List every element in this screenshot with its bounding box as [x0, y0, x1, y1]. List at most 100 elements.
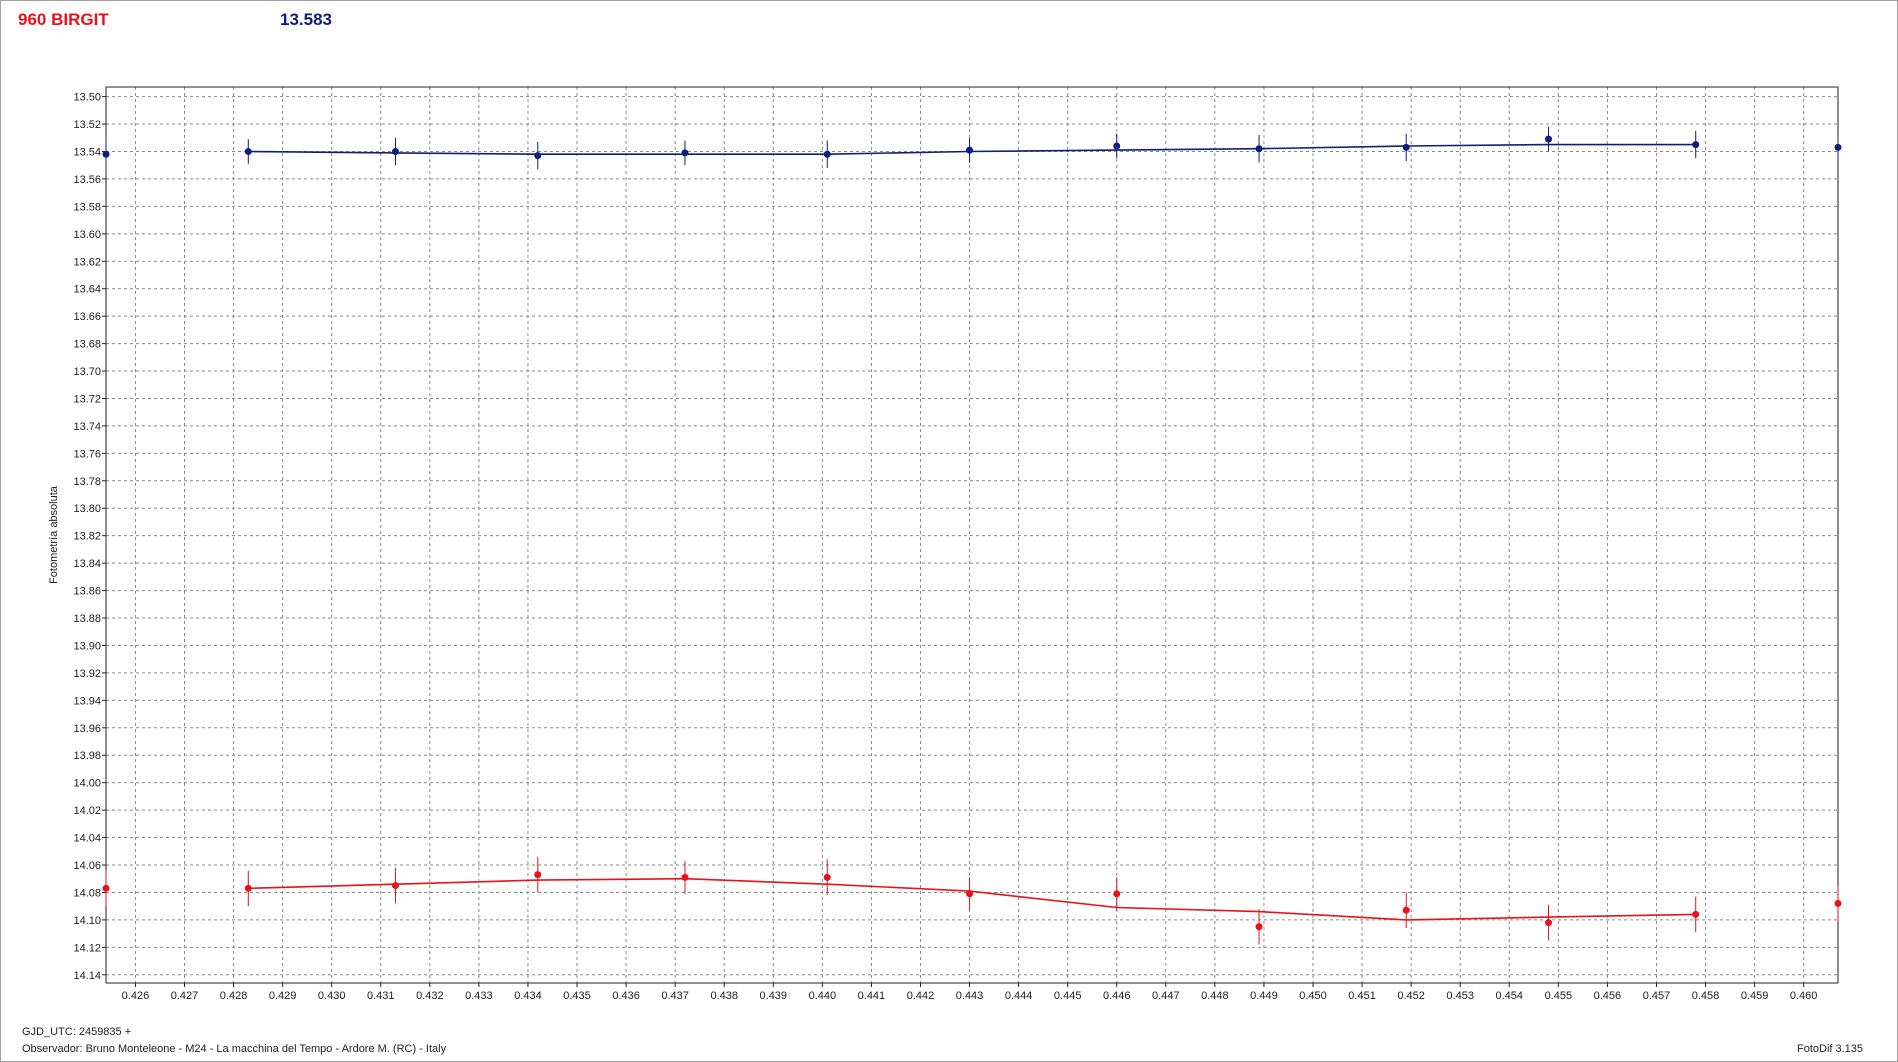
y-axis-label: Fotometría absoluta [48, 485, 60, 584]
x-tick-label: 0.431 [367, 990, 395, 1002]
plot-area [106, 87, 1838, 983]
y-tick-label: 13.92 [73, 668, 101, 680]
series-2-point [244, 884, 252, 892]
series-1-point [244, 147, 252, 155]
x-tick-label: 0.449 [1250, 990, 1278, 1002]
series-1-point [681, 149, 689, 157]
gjd-label: GJD_UTC: 2459835 + [22, 1026, 132, 1038]
x-tick-label: 0.443 [956, 990, 984, 1002]
y-tick-label: 13.90 [73, 640, 101, 652]
series-1-point [1692, 141, 1700, 149]
x-tick-label: 0.439 [760, 990, 788, 1002]
series-1-point [1834, 143, 1842, 151]
x-tick-label: 0.450 [1299, 990, 1327, 1002]
series-1-point [823, 150, 831, 158]
series-2-point [391, 882, 399, 890]
series-2-point [823, 873, 831, 881]
software-label: FotoDif 3.135 [1797, 1043, 1864, 1055]
y-tick-label: 13.70 [73, 366, 101, 378]
x-tick-label: 0.433 [465, 990, 493, 1002]
y-tick-label: 13.72 [73, 393, 101, 405]
y-tick-label: 14.10 [73, 915, 101, 927]
x-tick-label: 0.438 [710, 990, 738, 1002]
y-tick-label: 14.14 [73, 970, 101, 982]
x-tick-label: 0.429 [269, 990, 297, 1002]
series-2-point [1545, 919, 1553, 927]
series-1-point [1113, 142, 1121, 150]
x-tick-label: 0.445 [1054, 990, 1082, 1002]
y-tick-label: 13.94 [73, 695, 101, 707]
x-tick-label: 0.454 [1495, 990, 1523, 1002]
observer-label: Observador: Bruno Monteleone - M24 - La … [22, 1043, 447, 1055]
series-1-point [1255, 145, 1263, 153]
series-2-point [1255, 923, 1263, 931]
y-tick-label: 13.62 [73, 256, 101, 268]
y-tick-label: 13.68 [73, 339, 101, 351]
x-tick-label: 0.455 [1545, 990, 1573, 1002]
y-tick-label: 13.58 [73, 201, 101, 213]
x-tick-label: 0.432 [416, 990, 444, 1002]
y-tick-label: 14.04 [73, 833, 101, 845]
x-tick-label: 0.441 [858, 990, 886, 1002]
y-tick-label: 14.00 [73, 778, 101, 790]
series-2-point [1402, 906, 1410, 914]
y-tick-label: 13.52 [73, 119, 101, 131]
y-tick-label: 13.74 [73, 421, 101, 433]
x-tick-label: 0.453 [1446, 990, 1474, 1002]
series-2-point [966, 890, 974, 898]
x-tick-label: 0.430 [318, 990, 346, 1002]
x-tick-label: 0.446 [1103, 990, 1131, 1002]
x-tick-label: 0.459 [1741, 990, 1769, 1002]
y-tick-label: 13.78 [73, 476, 101, 488]
y-tick-label: 13.98 [73, 750, 101, 762]
y-tick-label: 13.84 [73, 558, 101, 570]
x-tick-label: 0.447 [1152, 990, 1180, 1002]
y-tick-label: 13.96 [73, 723, 101, 735]
x-tick-label: 0.444 [1005, 990, 1033, 1002]
x-tick-label: 0.452 [1397, 990, 1425, 1002]
x-tick-label: 0.427 [171, 990, 199, 1002]
y-tick-label: 13.86 [73, 586, 101, 598]
series-1-point [534, 152, 542, 160]
y-tick-label: 13.54 [73, 146, 101, 158]
y-tick-label: 14.02 [73, 805, 101, 817]
x-tick-label: 0.448 [1201, 990, 1229, 1002]
series-2-point [102, 884, 110, 892]
x-tick-label: 0.434 [514, 990, 542, 1002]
y-tick-label: 13.60 [73, 229, 101, 241]
light-curve-chart: 13.50 13.52 13.54 13.56 13.58 13.60 13.62 13.64… [48, 86, 1842, 1002]
y-tick-label: 13.56 [73, 174, 101, 186]
y-tick-label: 14.06 [73, 860, 101, 872]
series-2-point [1692, 910, 1700, 918]
series-2-point [1113, 890, 1121, 898]
series-1-point [1402, 143, 1410, 151]
x-tick-label: 0.428 [220, 990, 248, 1002]
x-tick-label: 0.457 [1643, 990, 1671, 1002]
x-tick-label: 0.442 [907, 990, 935, 1002]
y-tick-label: 13.76 [73, 448, 101, 460]
series-2-point [534, 871, 542, 879]
y-tick-label: 13.88 [73, 613, 101, 625]
y-tick-label: 13.66 [73, 311, 101, 323]
series-1-point [102, 150, 110, 158]
x-tick-label: 0.451 [1348, 990, 1376, 1002]
x-tick-label: 0.456 [1594, 990, 1622, 1002]
series-1-point [966, 146, 974, 154]
series-2-point [681, 873, 689, 881]
series-1-point [1545, 135, 1553, 143]
y-tick-label: 14.08 [73, 887, 101, 899]
y-tick-label: 13.64 [73, 284, 101, 296]
x-tick-label: 0.436 [612, 990, 640, 1002]
x-tick-label: 0.437 [661, 990, 689, 1002]
y-tick-label: 13.82 [73, 531, 101, 543]
x-tick-label: 0.458 [1692, 990, 1720, 1002]
y-tick-label: 14.12 [73, 942, 101, 954]
y-tick-label: 13.80 [73, 503, 101, 515]
series-2-point [1834, 899, 1842, 907]
y-tick-label: 13.50 [73, 92, 101, 104]
x-tick-label: 0.426 [122, 990, 150, 1002]
x-tick-label: 0.460 [1790, 990, 1818, 1002]
x-tick-label: 0.440 [809, 990, 837, 1002]
series-1-point [391, 147, 399, 155]
x-tick-label: 0.435 [563, 990, 591, 1002]
